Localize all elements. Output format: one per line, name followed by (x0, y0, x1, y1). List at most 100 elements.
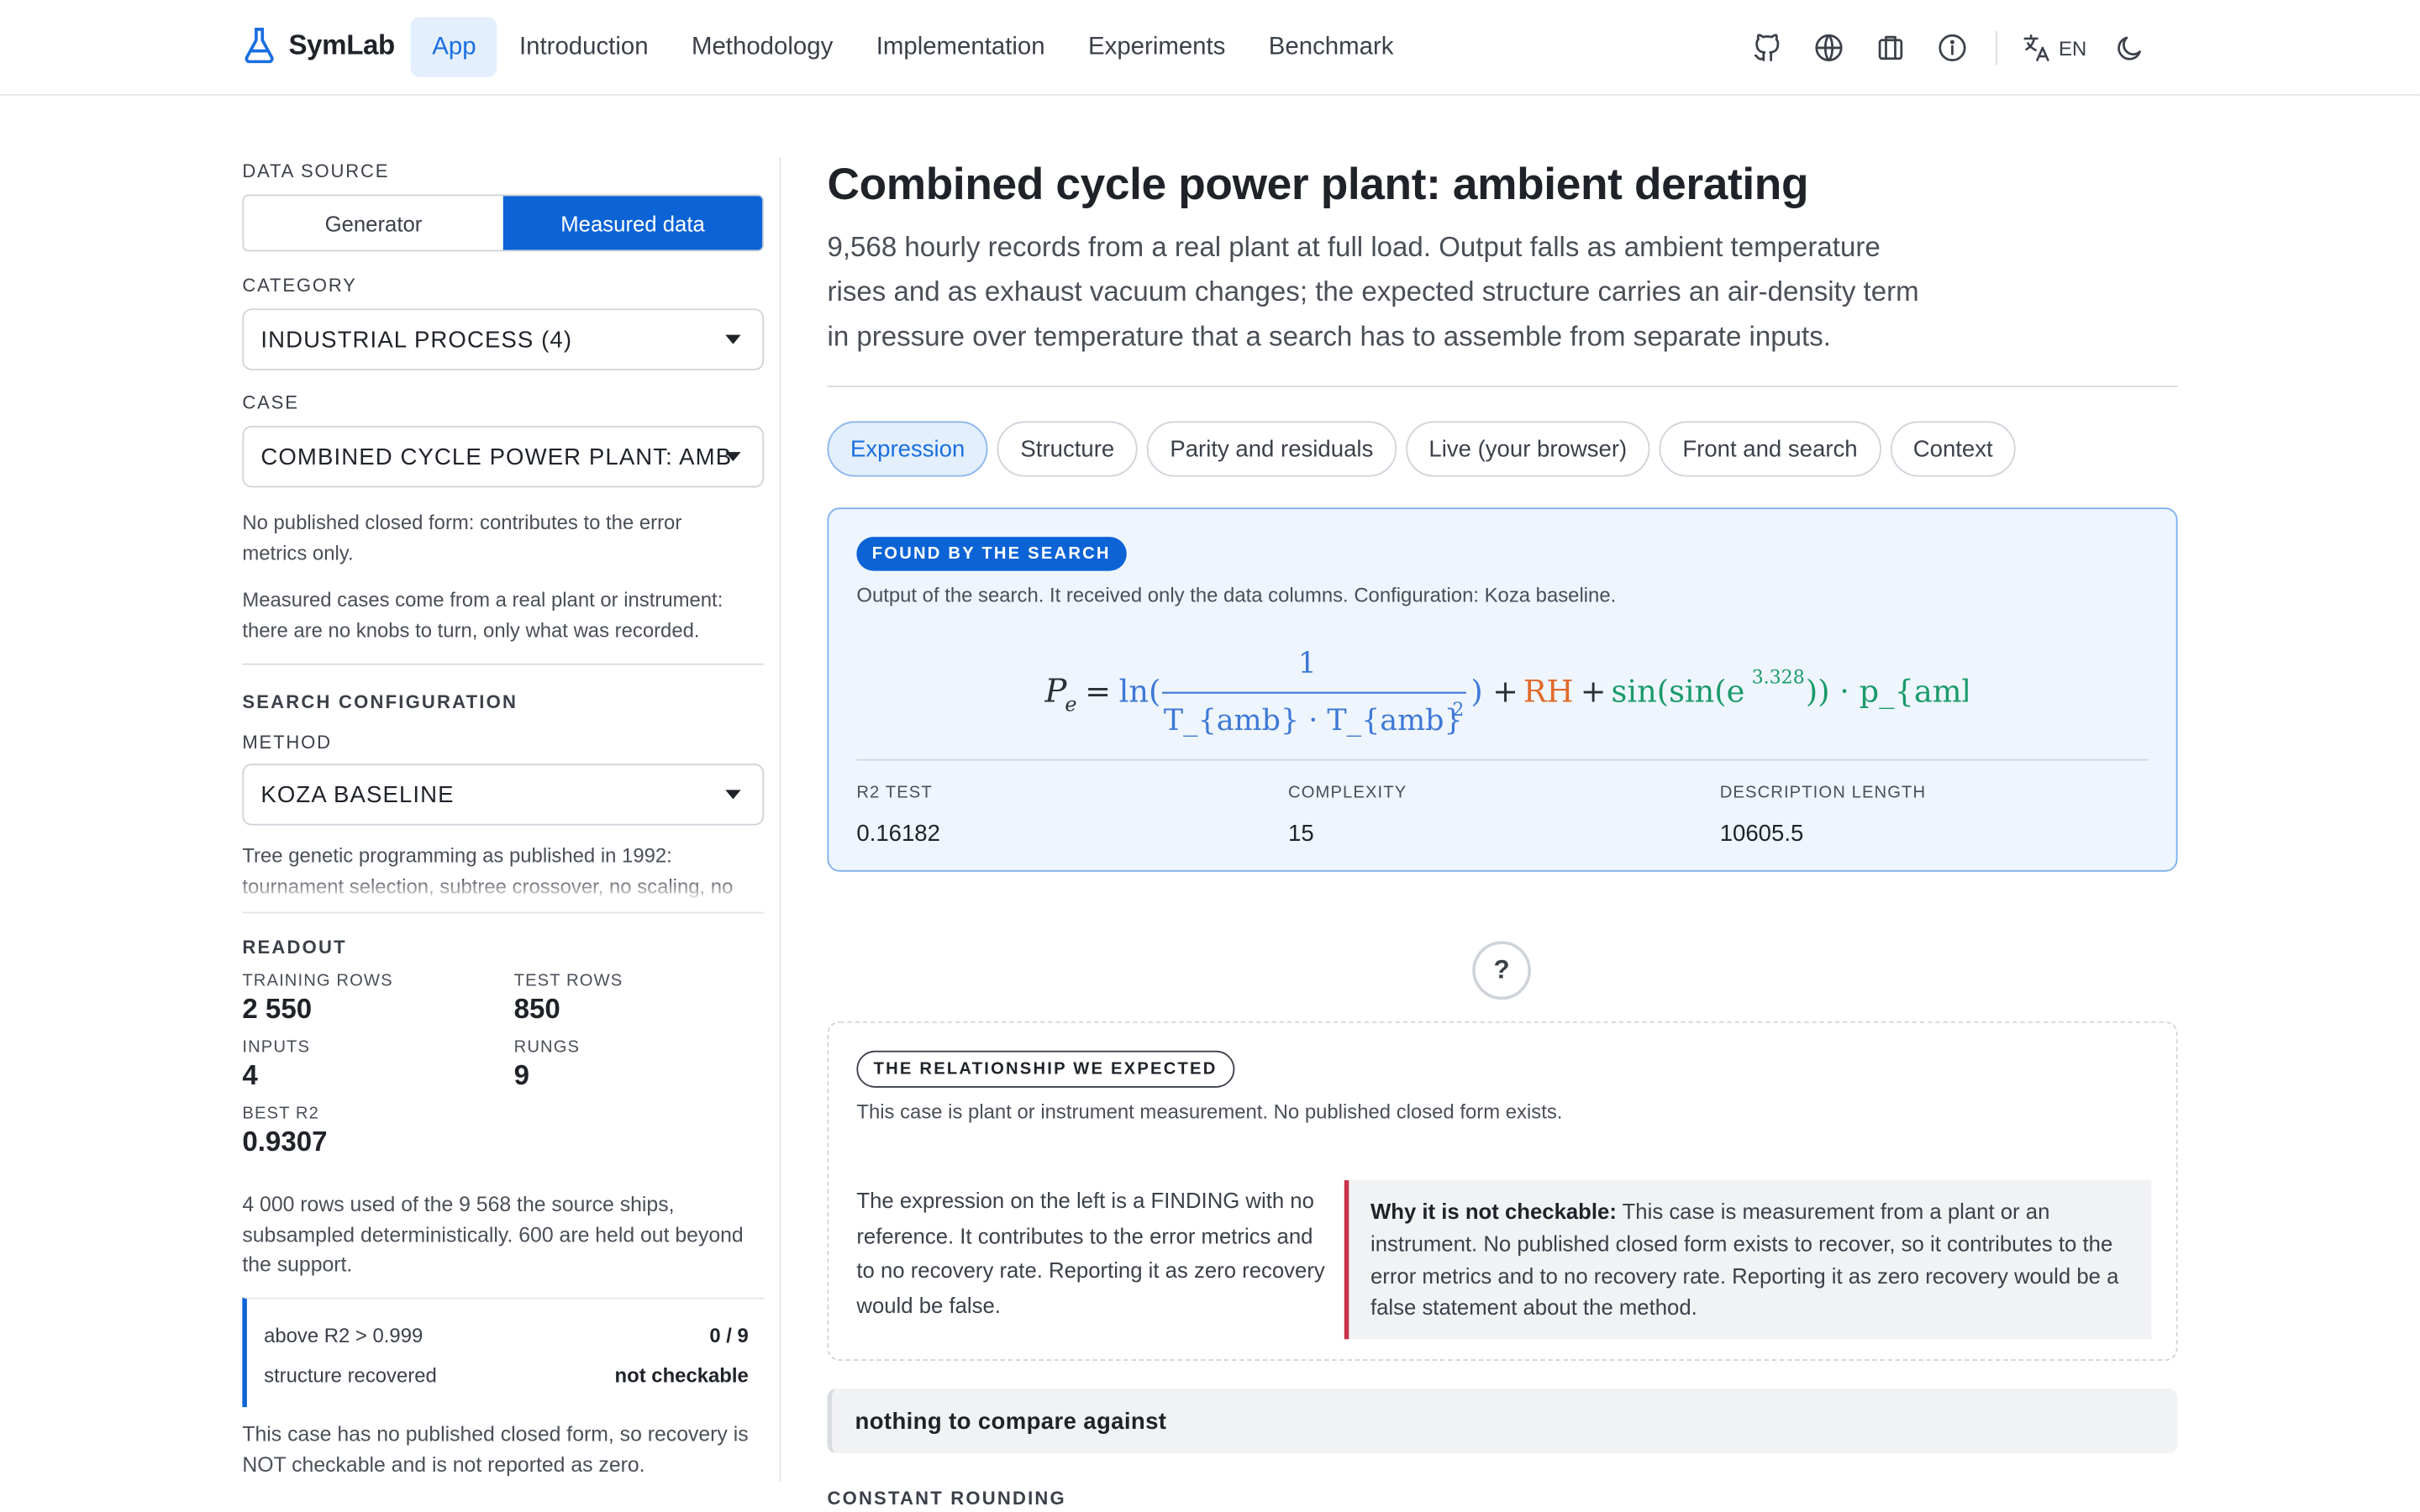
formula-exponent: 3.328 (1752, 668, 1805, 689)
formula-lhs: P (1044, 673, 1067, 711)
tab-structure[interactable]: Structure (997, 421, 1138, 477)
formula-sin: sin(sin(e (1612, 674, 1745, 710)
brand[interactable]: SymLab (242, 26, 395, 64)
r2-test-value: 0.16182 (856, 821, 940, 848)
found-description: Output of the search. It received only t… (856, 583, 1617, 606)
brand-name: SymLab (288, 28, 395, 60)
chevron-down-icon (725, 452, 741, 462)
method-label: METHOD (242, 731, 332, 753)
test-rows-label: TEST ROWS (513, 972, 623, 991)
formula-numerator: 1 (1298, 647, 1317, 680)
data-source-toggle: Generator Measured data (242, 194, 765, 252)
info-icon[interactable] (1922, 28, 1983, 68)
training-rows-label: TRAINING ROWS (242, 972, 393, 991)
formula-lhs-sub: e (1065, 693, 1076, 717)
method-description[interactable]: Tree genetic programming as published in… (242, 841, 765, 903)
sidebar: DATA SOURCE Generator Measured data CATE… (242, 96, 765, 1512)
expected-columns: The expression on the left is a FINDING … (856, 1180, 2152, 1340)
constant-rounding-heading: CONSTANT ROUNDING (827, 1487, 1066, 1509)
tab-front-search[interactable]: Front and search (1659, 421, 1881, 477)
best-r2-value: 0.9307 (242, 1126, 328, 1158)
tab-live[interactable]: Live (your browser) (1405, 421, 1650, 477)
found-stats: R2 TEST 0.16182 COMPLEXITY 15 DESCRIPTIO… (856, 784, 2151, 847)
inputs-label: INPUTS (242, 1038, 311, 1058)
case-description: 9,568 hourly records from a real plant a… (827, 231, 1919, 352)
above-threshold-value: 0 / 9 (709, 1322, 749, 1347)
stat-description-length: DESCRIPTION LENGTH 10605.5 (1720, 784, 2152, 847)
language-code: EN (2059, 36, 2087, 60)
finding-text: The expression on the left is a FINDING … (856, 1188, 1325, 1317)
rungs-label: RUNGS (513, 1038, 581, 1058)
stat-complexity: COMPLEXITY 15 (1288, 784, 1720, 847)
recovery-metrics: above R2 > 0.999 0 / 9 structure recover… (242, 1297, 765, 1408)
description-length-label: DESCRIPTION LENGTH (1719, 784, 1927, 803)
toolbar: EN (1736, 28, 2160, 68)
title-divider (827, 386, 2178, 388)
complexity-value: 15 (1288, 821, 1314, 848)
method-select[interactable]: KOZA BASELINE (242, 764, 765, 826)
globe-icon[interactable] (1798, 28, 1860, 68)
readout-label: READOUT (242, 936, 347, 958)
case-select[interactable]: COMBINED CYCLE POWER PLANT: AMB (242, 425, 765, 488)
above-threshold-row: above R2 > 0.999 0 / 9 (264, 1315, 749, 1355)
nav-methodology[interactable]: Methodology (670, 17, 855, 77)
test-rows-value: 850 (513, 993, 560, 1025)
language-switcher[interactable]: EN (2009, 33, 2099, 64)
tab-context[interactable]: Context (1890, 421, 2017, 477)
readout-rungs: RUNGS 9 (514, 1038, 761, 1092)
measured-cases-note: Measured cases come from a real plant or… (242, 587, 723, 642)
formula-sin-close: )) · p_{amb} (1806, 674, 1968, 711)
readout-best-r2: BEST R2 0.9307 (242, 1105, 513, 1158)
category-label: CATEGORY (242, 274, 357, 297)
category-select[interactable]: INDUSTRIAL PROCESS (4) (242, 308, 765, 370)
flask-icon (245, 28, 274, 64)
generator-option[interactable]: Generator (244, 196, 503, 249)
formula-ln: ln( (1119, 674, 1161, 710)
expected-badge: THE RELATIONSHIP WE EXPECTED (856, 1050, 1234, 1088)
formula-denominator: T_{amb} · T_{amb} (1164, 704, 1463, 738)
github-icon[interactable] (1736, 28, 1797, 68)
data-source-label: DATA SOURCE (242, 160, 390, 182)
chevron-down-icon (725, 334, 741, 344)
tab-expression[interactable]: Expression (827, 421, 988, 477)
sidebar-divider (242, 663, 765, 665)
formula-denominator-sup: 2 (1452, 700, 1464, 721)
nav-benchmark[interactable]: Benchmark (1247, 17, 1415, 77)
translate-icon (2023, 34, 2049, 61)
structure-recovered-row: structure recovered not checkable (264, 1355, 749, 1395)
view-tabs: Expression Structure Parity and residual… (827, 421, 2177, 477)
briefcase-icon[interactable] (1860, 28, 1921, 68)
found-card-divider (856, 759, 2149, 761)
readout-test-rows: TEST ROWS 850 (514, 972, 761, 1026)
nav-experiments[interactable]: Experiments (1066, 17, 1247, 77)
moon-icon[interactable] (2099, 28, 2160, 68)
above-threshold-label: above R2 > 0.999 (264, 1322, 424, 1347)
inputs-value: 4 (242, 1059, 258, 1091)
training-rows-value: 2 550 (242, 993, 313, 1025)
readout-inputs: INPUTS 4 (242, 1038, 513, 1092)
case-label: CASE (242, 391, 299, 414)
nav-implementation[interactable]: Implementation (855, 17, 1066, 77)
tab-parity-residuals[interactable]: Parity and residuals (1146, 421, 1397, 477)
column-divider (779, 157, 781, 1482)
formula-equals: = (1085, 674, 1111, 710)
measured-data-option[interactable]: Measured data (502, 196, 763, 250)
formula-ln-close: ) (1470, 674, 1482, 710)
found-expression-card: FOUND BY THE SEARCH Output of the search… (827, 507, 2178, 872)
complexity-label: COMPLEXITY (1288, 784, 1407, 803)
structure-recovered-value: not checkable (614, 1362, 749, 1387)
main-nav: App Introduction Methodology Implementat… (410, 17, 1416, 77)
nav-introduction[interactable]: Introduction (497, 17, 670, 77)
formula-plus-2: + (1581, 674, 1607, 710)
toolbar-separator (1995, 30, 1997, 66)
page-title: Combined cycle power plant: ambient dera… (827, 160, 1809, 210)
closed-form-note: No published closed form: contributes to… (242, 510, 682, 564)
nav-app[interactable]: App (410, 17, 498, 77)
best-r2-label: BEST R2 (242, 1105, 319, 1124)
help-button[interactable]: ? (1472, 941, 1532, 1000)
sidebar-divider (242, 911, 765, 914)
closing-note: This case has no published closed form, … (242, 1422, 749, 1476)
case-value: COMBINED CYCLE POWER PLANT: AMB (260, 444, 733, 471)
top-bar: SymLab App Introduction Methodology Impl… (0, 0, 2420, 96)
rows-note: 4 000 rows used of the 9 568 the source … (242, 1192, 744, 1276)
